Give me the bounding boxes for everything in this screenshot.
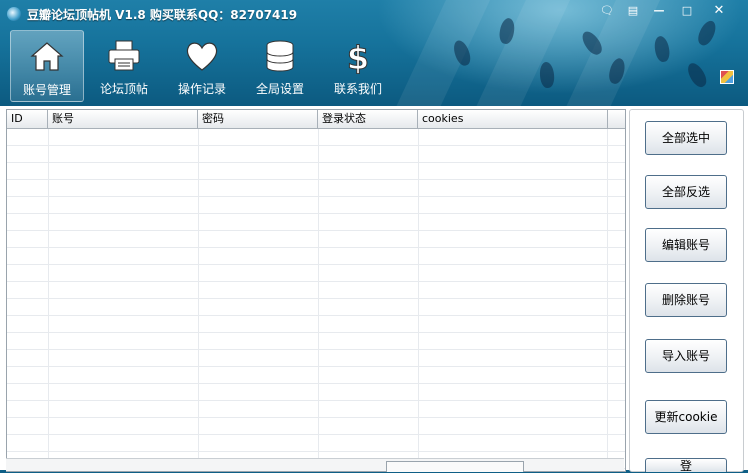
window-title: 豆瓣论坛顶帖机 V1.8 购买联系QQ：82707419 bbox=[27, 8, 298, 22]
status-box bbox=[386, 461, 524, 472]
tab-forum-bump[interactable]: 论坛顶帖 bbox=[88, 30, 160, 100]
minimize-icon[interactable]: — bbox=[648, 3, 670, 19]
tab-global-settings-label: 全局设置 bbox=[255, 82, 304, 96]
table-body[interactable] bbox=[7, 129, 625, 471]
title-bar[interactable]: 豆瓣论坛顶帖机 V1.8 购买联系QQ：82707419 🗨 ▤ — □ ✕ bbox=[0, 0, 748, 28]
delete-account-button[interactable]: 删除账号 bbox=[645, 283, 727, 317]
column-header-id[interactable]: ID bbox=[7, 110, 48, 128]
menu-icon[interactable]: ▤ bbox=[622, 3, 644, 19]
select-all-button[interactable]: 全部选中 bbox=[645, 121, 727, 155]
tab-contact-us-label: 联系我们 bbox=[333, 82, 382, 96]
dollar-icon: $ bbox=[346, 39, 369, 75]
tab-account-management[interactable]: 账号管理 bbox=[10, 30, 84, 102]
column-header-password[interactable]: 密码 bbox=[198, 110, 318, 128]
action-panel: 全部选中 全部反选 编辑账号 删除账号 导入账号 更新cookie 登 bbox=[629, 109, 744, 473]
svg-text:$: $ bbox=[347, 39, 369, 74]
feedback-icon[interactable]: 🗨 bbox=[596, 3, 618, 19]
account-table[interactable]: ID 账号 密码 登录状态 cookies bbox=[6, 109, 626, 472]
column-header-account[interactable]: 账号 bbox=[48, 110, 198, 128]
bottom-status-bar bbox=[6, 458, 624, 472]
column-header-cookies[interactable]: cookies bbox=[418, 110, 608, 128]
heart-icon bbox=[186, 42, 218, 71]
invert-selection-button[interactable]: 全部反选 bbox=[645, 175, 727, 209]
import-account-button[interactable]: 导入账号 bbox=[645, 339, 727, 373]
skin-icon[interactable] bbox=[720, 70, 734, 84]
printer-icon bbox=[108, 40, 140, 71]
tab-contact-us[interactable]: $ 联系我们 bbox=[322, 30, 394, 100]
maximize-icon[interactable]: □ bbox=[676, 3, 698, 19]
tab-global-settings[interactable]: 全局设置 bbox=[244, 30, 316, 100]
tab-account-management-label: 账号管理 bbox=[22, 83, 71, 97]
tab-operation-log[interactable]: 操作记录 bbox=[166, 30, 238, 100]
table-header: ID 账号 密码 登录状态 cookies bbox=[7, 110, 625, 129]
header-banner: 豆瓣论坛顶帖机 V1.8 购买联系QQ：82707419 🗨 ▤ — □ ✕ 账… bbox=[0, 0, 748, 106]
edit-account-button[interactable]: 编辑账号 bbox=[645, 228, 727, 262]
close-icon[interactable]: ✕ bbox=[708, 3, 730, 19]
column-header-login-status[interactable]: 登录状态 bbox=[318, 110, 418, 128]
home-icon bbox=[30, 42, 64, 71]
tab-forum-bump-label: 论坛顶帖 bbox=[99, 82, 148, 96]
content-area: ID 账号 密码 登录状态 cookies 全部选中 全部反选 编辑账号 删除账… bbox=[0, 106, 748, 473]
app-logo-icon bbox=[7, 7, 21, 21]
refresh-cookie-button[interactable]: 更新cookie bbox=[645, 400, 727, 434]
tab-operation-log-label: 操作记录 bbox=[177, 82, 226, 96]
database-icon bbox=[266, 40, 294, 72]
